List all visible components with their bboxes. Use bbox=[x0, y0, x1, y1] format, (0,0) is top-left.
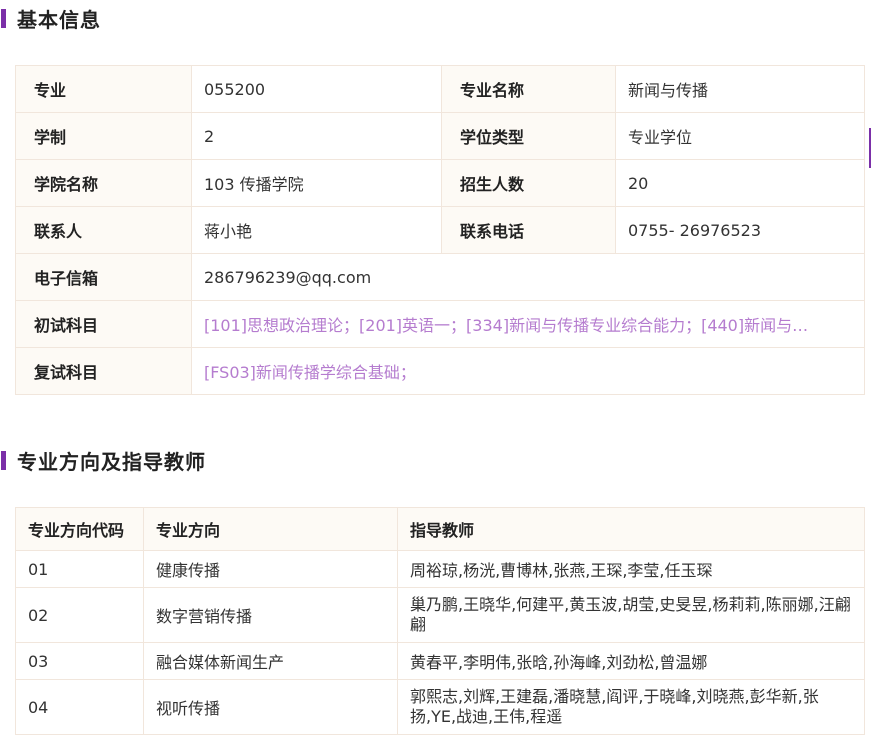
phone-label: 联系电话 bbox=[441, 206, 616, 254]
degree-type-label: 学位类型 bbox=[441, 112, 616, 160]
major-name-label: 专业名称 bbox=[441, 65, 616, 113]
direction-code: 03 bbox=[15, 642, 144, 680]
table-header-row: 专业方向代码 专业方向 指导教师 bbox=[15, 507, 865, 551]
major-code-label: 专业 bbox=[15, 65, 192, 113]
phone-value: 0755- 26976523 bbox=[615, 206, 865, 254]
retest-exam-link[interactable]: [FS03]新闻传播学综合基础； bbox=[191, 347, 865, 395]
table-row: 04 视听传播 郭熙志,刘辉,王建磊,潘晓慧,阎评,于晓峰,刘晓燕,彭华新,张扬… bbox=[15, 679, 865, 735]
contact-value: 蒋小艳 bbox=[191, 206, 442, 254]
direction-teachers: 周裕琼,杨洸,曹博林,张燕,王琛,李莹,任玉琛 bbox=[397, 550, 865, 588]
major-code-value: 055200 bbox=[191, 65, 442, 113]
heading-accent-bar bbox=[1, 8, 6, 28]
direction-name: 融合媒体新闻生产 bbox=[143, 642, 398, 680]
direction-teachers: 巢乃鹏,王晓华,何建平,黄玉波,胡莹,史旻昱,杨莉莉,陈丽娜,汪翩翩 bbox=[397, 587, 865, 643]
major-name-value: 新闻与传播 bbox=[615, 65, 865, 113]
column-header-code: 专业方向代码 bbox=[15, 507, 144, 551]
direction-name: 数字营销传播 bbox=[143, 587, 398, 643]
duration-value: 2 bbox=[191, 112, 442, 160]
enrollment-label: 招生人数 bbox=[441, 159, 616, 207]
table-row: 02 数字营销传播 巢乃鹏,王晓华,何建平,黄玉波,胡莹,史旻昱,杨莉莉,陈丽娜… bbox=[15, 587, 865, 643]
table-row: 学制 2 学位类型 专业学位 bbox=[15, 112, 865, 160]
enrollment-value: 20 bbox=[615, 159, 865, 207]
column-header-direction: 专业方向 bbox=[143, 507, 398, 551]
table-row: 学院名称 103 传播学院 招生人数 20 bbox=[15, 159, 865, 207]
college-value: 103 传播学院 bbox=[191, 159, 442, 207]
directions-title: 专业方向及指导教师 bbox=[17, 449, 206, 474]
directions-heading: 专业方向及指导教师 bbox=[0, 445, 206, 475]
degree-type-value: 专业学位 bbox=[615, 112, 865, 160]
retest-exam-label: 复试科目 bbox=[15, 347, 192, 395]
table-row: 电子信箱 286796239@qq.com bbox=[15, 253, 865, 301]
table-row: 初试科目 [101]思想政治理论；[201]英语一；[334]新闻与传播专业综合… bbox=[15, 300, 865, 348]
table-row: 联系人 蒋小艳 联系电话 0755- 26976523 bbox=[15, 206, 865, 254]
column-header-teachers: 指导教师 bbox=[397, 507, 865, 551]
table-row: 专业 055200 专业名称 新闻与传播 bbox=[15, 65, 865, 113]
college-label: 学院名称 bbox=[15, 159, 192, 207]
direction-teachers: 郭熙志,刘辉,王建磊,潘晓慧,阎评,于晓峰,刘晓燕,彭华新,张扬,YE,战迪,王… bbox=[397, 679, 865, 735]
initial-exam-link[interactable]: [101]思想政治理论；[201]英语一；[334]新闻与传播专业综合能力；[4… bbox=[191, 300, 865, 348]
heading-accent-bar bbox=[1, 450, 6, 470]
direction-code: 01 bbox=[15, 550, 144, 588]
email-value: 286796239@qq.com bbox=[191, 253, 865, 301]
contact-label: 联系人 bbox=[15, 206, 192, 254]
direction-code: 04 bbox=[15, 679, 144, 735]
direction-code: 02 bbox=[15, 587, 144, 643]
scroll-indicator bbox=[869, 128, 871, 168]
duration-label: 学制 bbox=[15, 112, 192, 160]
direction-teachers: 黄春平,李明伟,张晗,孙海峰,刘劲松,曾温娜 bbox=[397, 642, 865, 680]
direction-name: 健康传播 bbox=[143, 550, 398, 588]
basic-info-title: 基本信息 bbox=[17, 7, 101, 32]
table-row: 01 健康传播 周裕琼,杨洸,曹博林,张燕,王琛,李莹,任玉琛 bbox=[15, 550, 865, 588]
directions-table: 专业方向代码 专业方向 指导教师 01 健康传播 周裕琼,杨洸,曹博林,张燕,王… bbox=[15, 507, 865, 735]
initial-exam-label: 初试科目 bbox=[15, 300, 192, 348]
basic-info-table: 专业 055200 专业名称 新闻与传播 学制 2 学位类型 专业学位 学院名称… bbox=[15, 65, 865, 395]
table-row: 03 融合媒体新闻生产 黄春平,李明伟,张晗,孙海峰,刘劲松,曾温娜 bbox=[15, 642, 865, 680]
table-row: 复试科目 [FS03]新闻传播学综合基础； bbox=[15, 347, 865, 395]
basic-info-heading: 基本信息 bbox=[0, 3, 101, 33]
email-label: 电子信箱 bbox=[15, 253, 192, 301]
direction-name: 视听传播 bbox=[143, 679, 398, 735]
